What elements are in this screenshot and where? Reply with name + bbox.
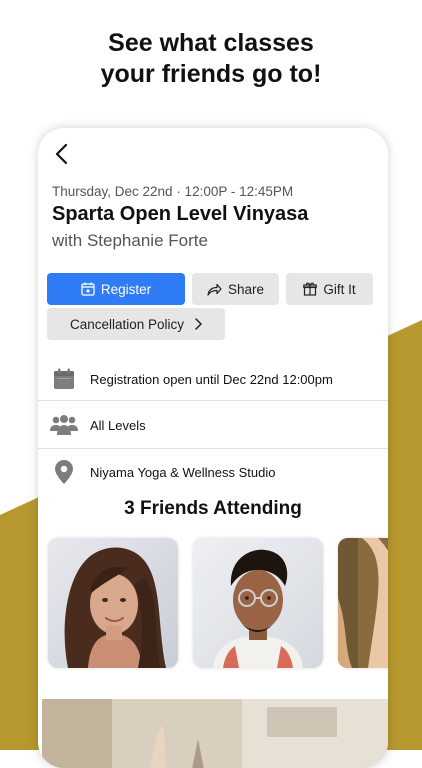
calendar-icon: [50, 365, 78, 393]
instructor-name: with Stephanie Forte: [52, 231, 208, 250]
studio-image: [42, 699, 388, 768]
share-arrow-icon: [207, 283, 222, 296]
location-pin-icon: [50, 458, 78, 486]
calendar-plus-icon: [81, 282, 95, 296]
registration-row: Registration open until Dec 22nd 12:00pm: [38, 355, 388, 403]
friend-avatar-2[interactable]: [193, 538, 323, 668]
class-title: Sparta Open Level Vinyasa: [52, 203, 309, 225]
phone-screen: Thursday, Dec 22nd · 12:00P - 12:45PM Sp…: [38, 128, 388, 768]
friend-photo-1: [48, 538, 178, 668]
chevron-left-icon: [55, 143, 68, 165]
register-button[interactable]: Register: [47, 273, 185, 305]
registration-text: Registration open until Dec 22nd 12:00pm: [90, 371, 333, 387]
gift-label: Gift It: [323, 281, 356, 297]
cancellation-policy-label: Cancellation Policy: [69, 316, 185, 332]
promo-headline: See what classes your friends go to!: [0, 28, 422, 90]
chevron-right-icon: [195, 318, 202, 330]
class-date-time: Thursday, Dec 22nd · 12:00P - 12:45PM: [52, 184, 294, 199]
cancellation-policy-button[interactable]: Cancellation Policy: [47, 308, 225, 340]
share-button[interactable]: Share: [192, 273, 279, 305]
studio-name: Niyama Yoga & Wellness Studio: [90, 464, 276, 480]
group-icon: [50, 411, 78, 439]
back-button[interactable]: [52, 142, 72, 166]
levels-row: All Levels: [38, 401, 388, 449]
studio-row[interactable]: Niyama Yoga & Wellness Studio: [38, 448, 388, 496]
friends-attending-heading: 3 Friends Attending: [124, 498, 302, 519]
friend-photo-2: [193, 538, 323, 668]
register-label: Register: [100, 281, 152, 297]
friend-avatar-1[interactable]: [48, 538, 178, 668]
friend-avatar-3[interactable]: [338, 538, 388, 668]
gift-button[interactable]: Gift It: [286, 273, 373, 305]
share-label: Share: [227, 281, 265, 297]
headline-line-1: See what classes: [108, 29, 314, 57]
gift-icon: [303, 282, 318, 296]
levels-text: All Levels: [90, 417, 146, 433]
headline-line-2: your friends go to!: [100, 60, 322, 88]
class-photo: [42, 699, 388, 768]
friend-photo-3: [338, 538, 388, 668]
